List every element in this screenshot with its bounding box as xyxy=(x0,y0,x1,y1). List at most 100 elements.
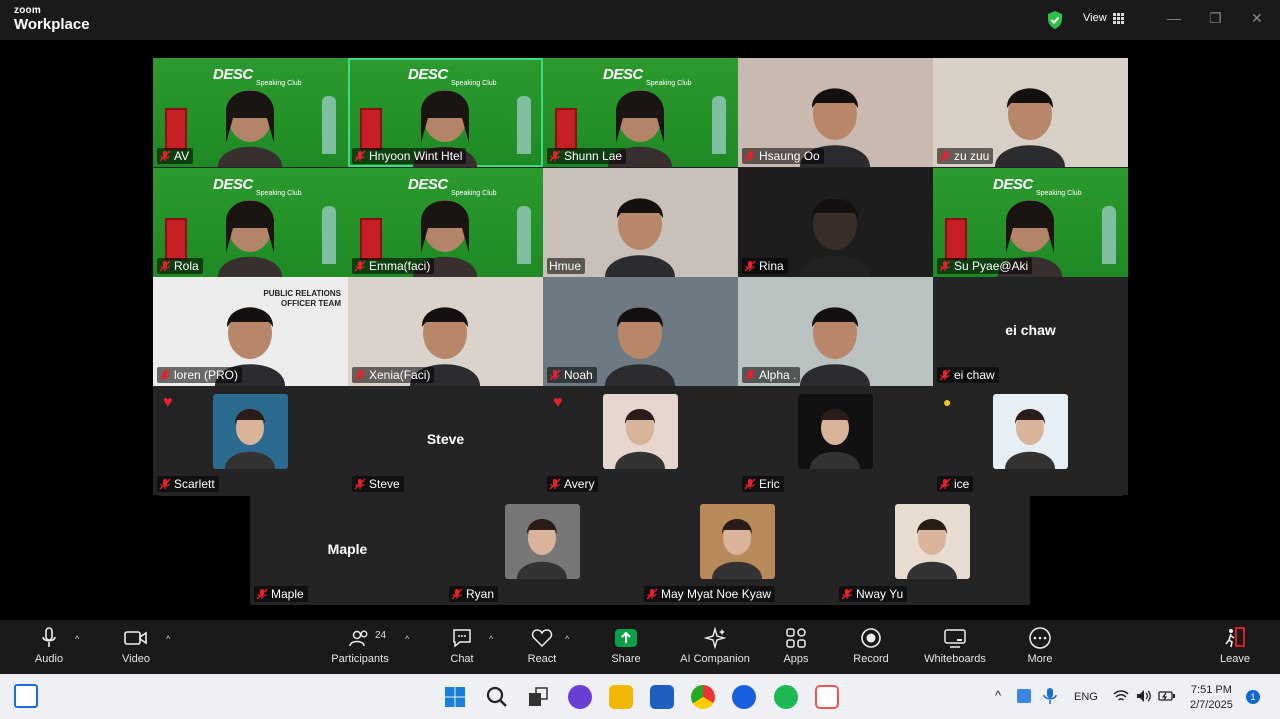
apps-icon xyxy=(786,628,806,648)
tray-app-icon[interactable] xyxy=(1017,689,1031,703)
volume-icon[interactable] xyxy=(1136,689,1152,703)
search-icon[interactable] xyxy=(485,685,509,709)
encryption-shield-icon[interactable] xyxy=(1046,10,1064,30)
taskbar-clock[interactable]: 7:51 PM 2/7/2025 xyxy=(1190,683,1233,713)
participant-name: ice xyxy=(954,477,970,491)
profile-avatar xyxy=(798,394,873,469)
participant-tile[interactable]: Nway Yu xyxy=(835,496,1030,605)
apps-button[interactable]: Apps xyxy=(756,626,836,665)
muted-microphone-icon xyxy=(549,150,561,162)
file-explorer-icon[interactable] xyxy=(609,685,633,709)
participant-nametag: AV xyxy=(157,148,194,164)
maximize-icon[interactable]: ❐ xyxy=(1209,10,1222,27)
participant-tile[interactable]: Ryan xyxy=(445,496,640,605)
participants-count: 24 xyxy=(375,630,387,641)
profile-avatar xyxy=(993,394,1068,469)
wifi-icon[interactable] xyxy=(1113,689,1129,703)
participant-name: ei chaw xyxy=(954,368,995,382)
participant-tile[interactable]: ● ice xyxy=(933,386,1128,495)
participant-tile[interactable]: May Myat Noe Kyaw xyxy=(640,496,835,605)
grid-view-icon xyxy=(1112,12,1124,24)
more-button[interactable]: More xyxy=(1000,626,1080,665)
share-button[interactable]: Share xyxy=(586,626,666,665)
participant-nametag: loren (PRO) xyxy=(157,367,243,383)
participant-tile[interactable]: Eric xyxy=(738,386,933,495)
zoom-taskbar-icon[interactable] xyxy=(732,685,756,709)
participant-nametag: zu zuu xyxy=(937,148,994,164)
chat-button[interactable]: Chat xyxy=(422,626,502,665)
participant-tile[interactable]: DESC Speaking Club Hnyoon Wint Htel xyxy=(348,58,543,167)
participant-tile[interactable]: Hmue xyxy=(543,168,738,277)
tray-expand-icon[interactable]: ^ xyxy=(995,688,1001,703)
profile-avatar xyxy=(603,394,678,469)
snipping-tool-icon[interactable] xyxy=(815,685,839,709)
copilot-icon[interactable] xyxy=(568,685,592,709)
participant-tile[interactable]: Rina xyxy=(738,168,933,277)
record-icon xyxy=(861,628,881,648)
participant-nametag: Scarlett xyxy=(157,476,219,492)
record-button[interactable]: Record xyxy=(831,626,911,665)
react-button[interactable]: React xyxy=(502,626,582,665)
video-options-caret-icon[interactable]: ^ xyxy=(166,634,170,644)
participant-nametag: Xenia(Faci) xyxy=(352,367,435,383)
participant-tile[interactable]: Alpha . xyxy=(738,277,933,386)
spotify-icon[interactable] xyxy=(774,685,798,709)
participant-name: Scarlett xyxy=(174,477,215,491)
participant-tile[interactable]: Hsaung Oo xyxy=(738,58,933,167)
participant-tile[interactable]: ♥ Avery xyxy=(543,386,738,495)
participants-icon xyxy=(349,630,368,647)
participant-tile[interactable]: DESC Speaking Club Emma(faci) xyxy=(348,168,543,277)
audio-options-caret-icon[interactable]: ^ xyxy=(75,634,79,644)
tray-microphone-icon[interactable] xyxy=(1043,687,1057,705)
widgets-icon[interactable] xyxy=(14,684,38,708)
participant-tile[interactable]: ♥ Scarlett xyxy=(153,386,348,495)
participant-name: Ryan xyxy=(466,587,495,601)
participant-nametag: Shunn Lae xyxy=(547,148,627,164)
audio-button[interactable]: Audio xyxy=(9,626,89,665)
chrome-icon[interactable] xyxy=(691,685,715,709)
participant-tile[interactable]: DESC Speaking Club AV xyxy=(153,58,348,167)
leave-label: Leave xyxy=(1220,653,1250,665)
view-button[interactable]: View xyxy=(1083,12,1124,24)
muted-microphone-icon xyxy=(256,588,268,600)
participant-name: Su Pyae@Aki xyxy=(954,259,1029,273)
participant-nametag: May Myat Noe Kyaw xyxy=(644,586,776,602)
participant-name: Nway Yu xyxy=(856,587,904,601)
participant-tile[interactable]: DESC Speaking Club Su Pyae@Aki xyxy=(933,168,1128,277)
windows-start-icon[interactable] xyxy=(443,685,467,709)
participant-name: Noah xyxy=(564,368,593,382)
participant-tile[interactable]: ei chaw ei chaw xyxy=(933,277,1128,386)
participant-tile[interactable]: Maple Maple xyxy=(250,496,445,605)
ai-companion-button[interactable]: AI Companion xyxy=(675,626,755,665)
chat-options-caret-icon[interactable]: ^ xyxy=(489,634,493,644)
participant-tile[interactable]: DESC Speaking Club Shunn Lae xyxy=(543,58,738,167)
record-label: Record xyxy=(853,653,889,665)
participant-nametag: Maple xyxy=(254,586,308,602)
leave-button[interactable]: Leave xyxy=(1195,626,1275,665)
battery-icon[interactable] xyxy=(1158,689,1176,703)
participant-tile[interactable]: Xenia(Faci) xyxy=(348,277,543,386)
participant-tile[interactable]: Noah xyxy=(543,277,738,386)
video-button[interactable]: Video xyxy=(96,626,176,665)
participant-name: loren (PRO) xyxy=(174,368,239,382)
task-view-icon[interactable] xyxy=(526,685,550,709)
participant-name: Shunn Lae xyxy=(564,149,623,163)
participants-options-caret-icon[interactable]: ^ xyxy=(405,634,409,644)
participant-tile[interactable]: DESC Speaking Club Rola xyxy=(153,168,348,277)
close-icon[interactable]: ✕ xyxy=(1251,10,1263,27)
language-indicator[interactable]: ENG xyxy=(1074,691,1098,703)
participant-tile[interactable]: Steve Steve xyxy=(348,386,543,495)
participant-name: Maple xyxy=(271,587,304,601)
participant-nametag: Eric xyxy=(742,476,784,492)
heart-reaction-icon: ♥ xyxy=(553,394,563,411)
participant-nametag: Alpha . xyxy=(742,367,801,383)
participant-tile[interactable]: PUBLIC RELATIONS OFFICER TEAM loren (PRO) xyxy=(153,277,348,386)
notification-badge[interactable]: 1 xyxy=(1246,690,1260,704)
participants-button[interactable]: Participants xyxy=(320,626,400,665)
whiteboards-button[interactable]: Whiteboards xyxy=(915,626,995,665)
minimize-icon[interactable]: — xyxy=(1167,10,1181,26)
participant-nametag: ice xyxy=(937,476,974,492)
participant-tile[interactable]: zu zuu xyxy=(933,58,1128,167)
react-options-caret-icon[interactable]: ^ xyxy=(565,634,569,644)
microsoft-store-icon[interactable] xyxy=(650,685,674,709)
